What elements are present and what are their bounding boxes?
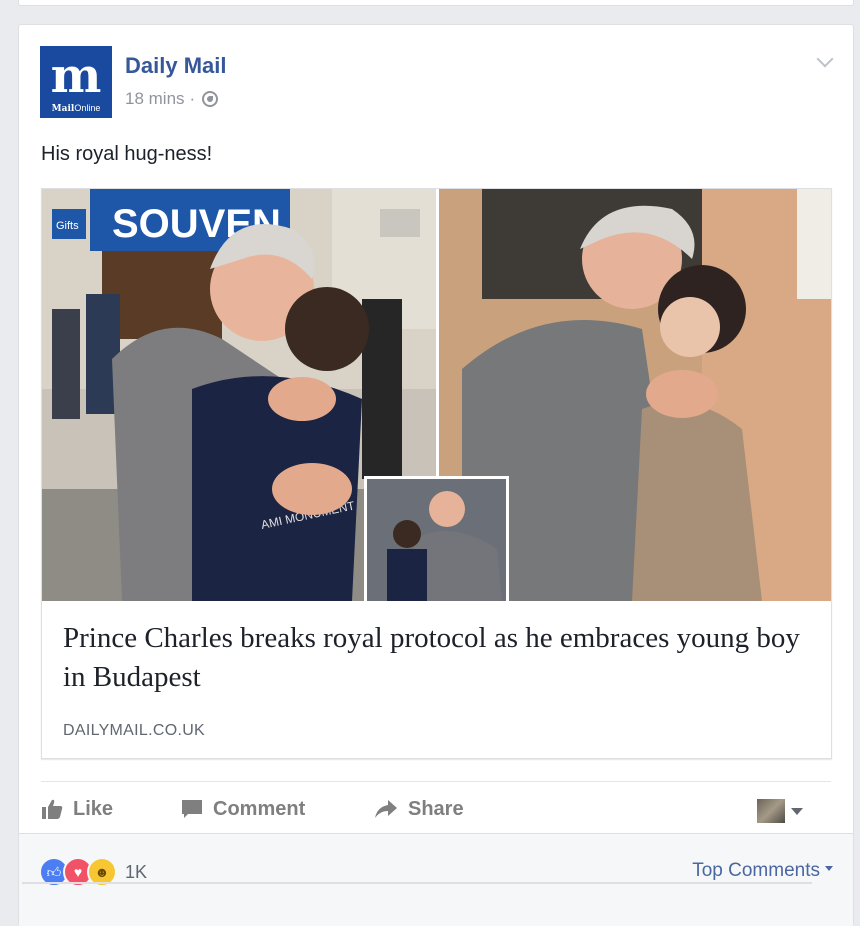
post-text: His royal hug-ness! <box>41 143 213 165</box>
share-label: Share <box>408 797 464 820</box>
page-avatar[interactable]: m MailOnline <box>40 46 112 118</box>
comments-sort-label: Top Comments <box>692 860 820 881</box>
viewer-avatar <box>757 799 785 823</box>
link-preview-image[interactable]: SOUVEN Gifts AMI MONUMENT <box>42 189 831 601</box>
post-card: m MailOnline Daily Mail 18 mins · His ro… <box>18 24 854 926</box>
post-footer: 👍︎ ♥ ☻ 1K Top Comments <box>19 833 853 926</box>
previous-post-card-edge <box>18 0 854 6</box>
thumbs-up-icon <box>42 799 63 819</box>
globe-icon[interactable] <box>202 91 219 107</box>
svg-text:Gifts: Gifts <box>56 220 79 232</box>
caret-down-icon <box>791 807 803 815</box>
caret-down-icon <box>825 865 833 871</box>
page-name-link[interactable]: Daily Mail <box>125 53 226 79</box>
post-meta: 18 mins · <box>125 89 219 109</box>
like-label: Like <box>73 797 114 820</box>
comment-label: Comment <box>213 797 306 820</box>
action-bar: Like Comment Share <box>41 791 831 827</box>
link-preview-card[interactable]: SOUVEN Gifts AMI MONUMENT Prince Charles… <box>41 188 832 759</box>
post-as-selector[interactable] <box>757 799 803 823</box>
post-timestamp[interactable]: 18 mins <box>125 89 185 109</box>
comments-sort-dropdown[interactable]: Top Comments <box>692 860 833 882</box>
like-button[interactable]: Like <box>41 791 113 827</box>
comment-button[interactable]: Comment <box>181 791 305 827</box>
link-headline[interactable]: Prince Charles breaks royal protocol as … <box>63 619 813 697</box>
post-options-chevron-icon[interactable] <box>816 50 834 68</box>
meta-separator: · <box>189 89 196 108</box>
mailonline-wordmark: MailOnline <box>51 103 101 114</box>
footer-bottom-rule <box>22 882 812 884</box>
comment-bubble-icon <box>182 800 202 818</box>
mail-logo-mark: m <box>50 48 102 104</box>
share-button[interactable]: Share <box>374 791 464 827</box>
actions-divider <box>41 781 831 782</box>
link-domain: DAILYMAIL.CO.UK <box>63 722 206 739</box>
share-arrow-icon <box>375 800 397 818</box>
reaction-count: 1K <box>125 861 148 882</box>
